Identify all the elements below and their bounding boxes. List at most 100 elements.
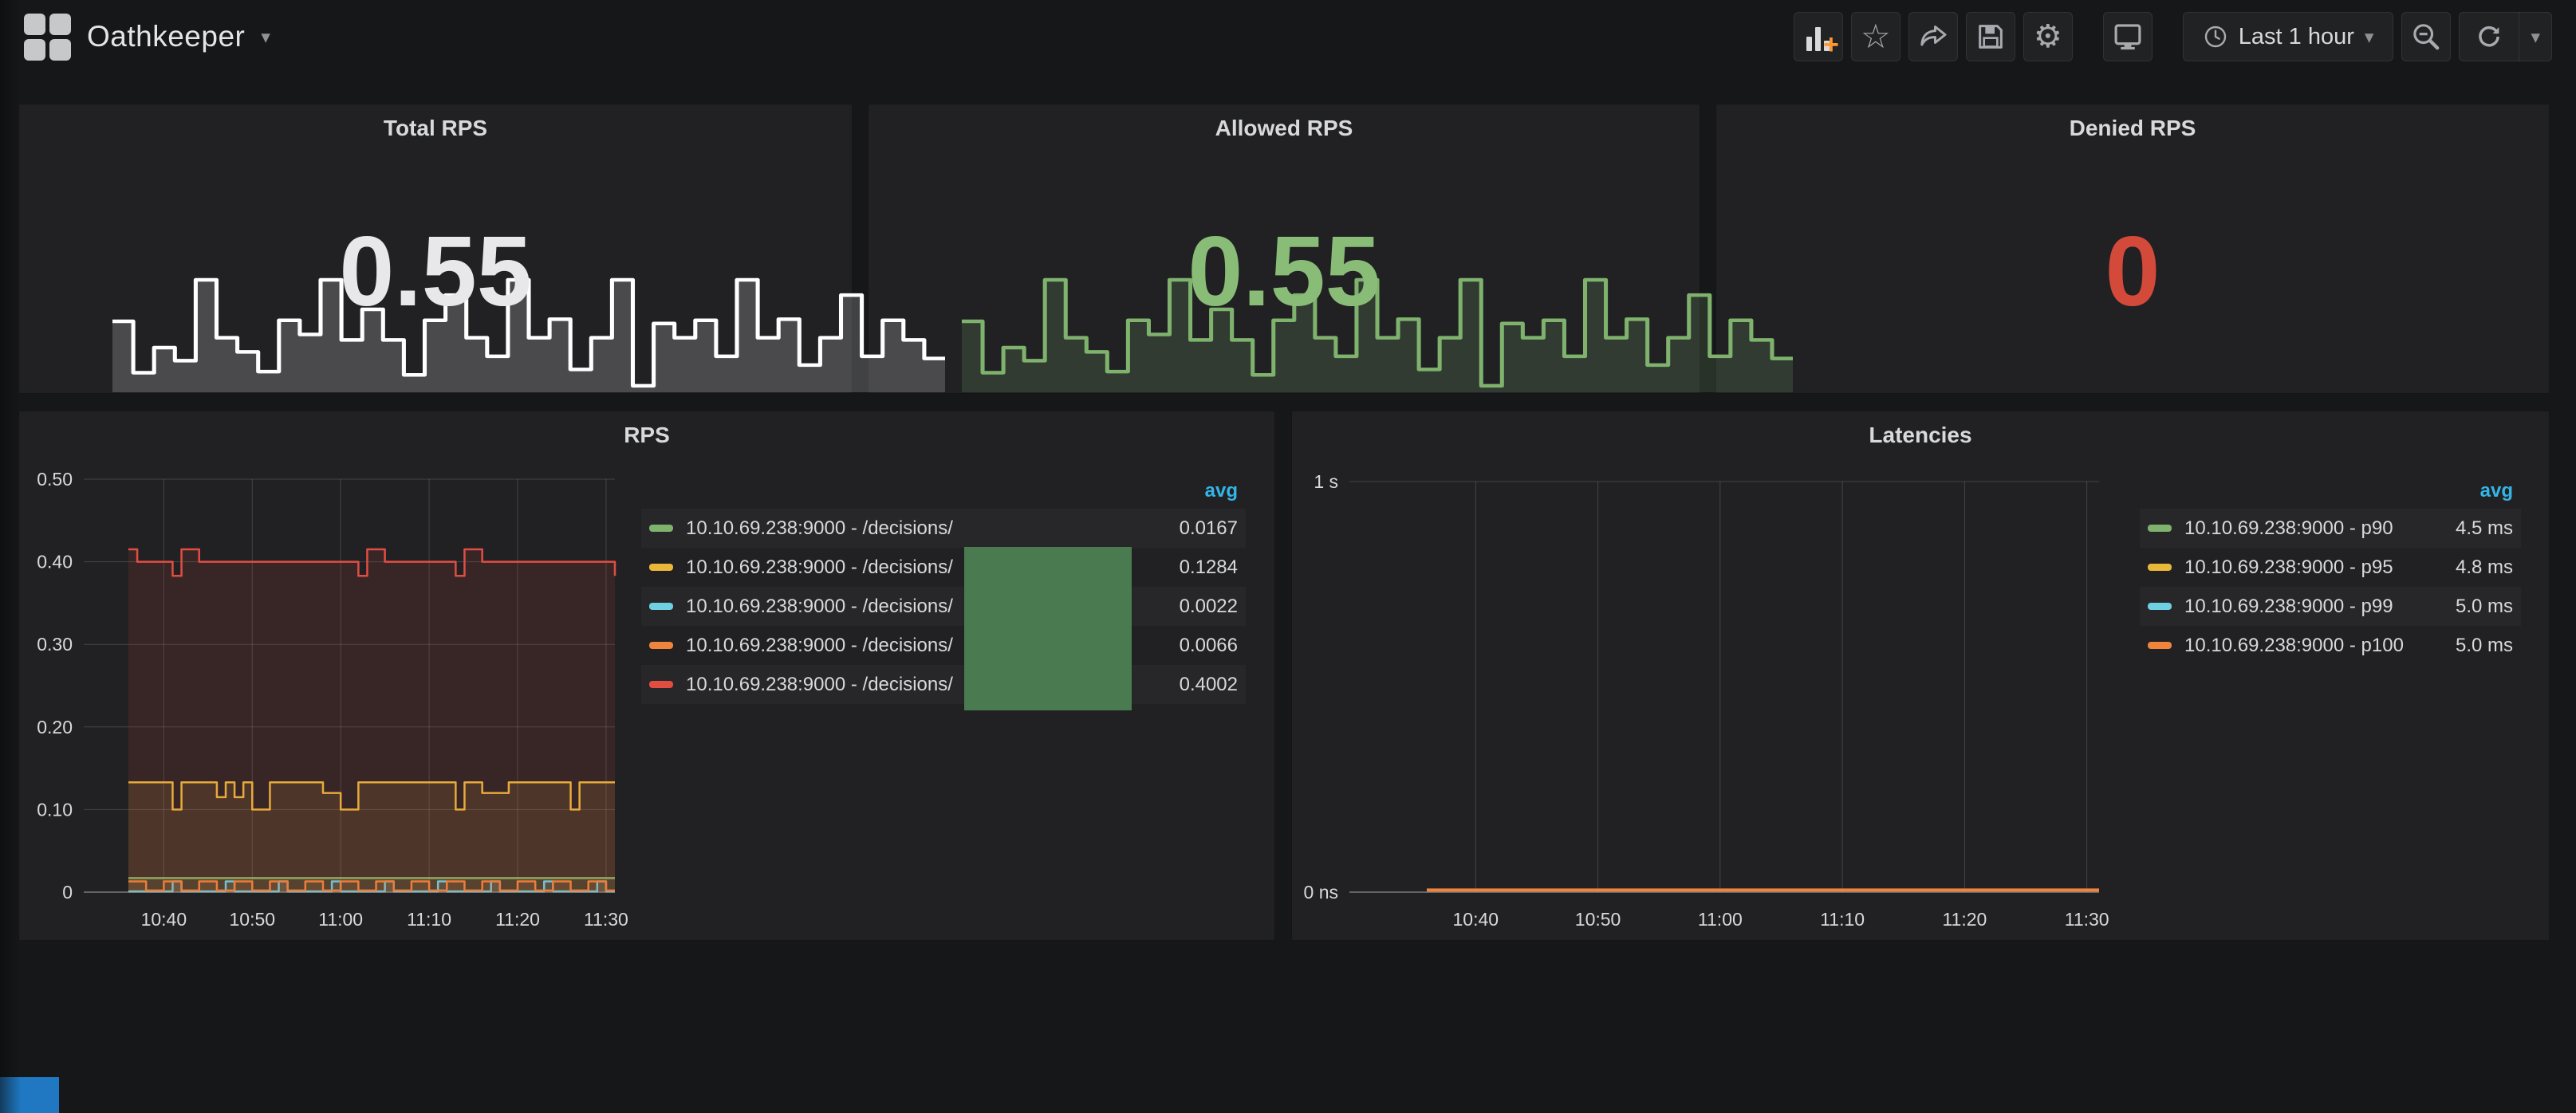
panel-title[interactable]: Denied RPS xyxy=(1716,116,2549,141)
series-avg-value: 4.5 ms xyxy=(2440,517,2513,540)
legend-row: 10.10.69.238:9000 - /decisions/0.0167 xyxy=(641,509,1246,548)
legend-row: 10.10.69.238:9000 - /decisions/0.0022 xyxy=(641,587,1246,626)
add-panel-button[interactable]: + xyxy=(1794,12,1843,61)
save-dashboard-button[interactable] xyxy=(1966,12,2015,61)
legend-avg-header[interactable]: avg xyxy=(2140,474,2521,509)
svg-text:0.50: 0.50 xyxy=(37,469,73,490)
legend-row: 10.10.69.238:9000 - p90 4.5 ms xyxy=(2140,509,2521,548)
svg-text:10:50: 10:50 xyxy=(1575,909,1621,930)
stat-value: 0.55 xyxy=(19,222,852,321)
svg-text:11:10: 11:10 xyxy=(1820,909,1865,930)
latencies-legend: avg 10.10.69.238:9000 - p904.5 ms10.10.6… xyxy=(2140,474,2521,665)
refresh-button-group: ▾ xyxy=(2459,12,2552,61)
svg-text:11:00: 11:00 xyxy=(1698,909,1743,930)
bar-chart-plus-icon: + xyxy=(1802,22,1834,51)
panel-allowed-rps: Allowed RPS 0.55 xyxy=(868,104,1700,394)
svg-text:0: 0 xyxy=(62,882,73,903)
panel-denied-rps: Denied RPS 0 xyxy=(1715,104,2550,394)
series-avg-value: 0.0022 xyxy=(1164,596,1238,618)
panel-title[interactable]: RPS xyxy=(19,423,1274,448)
panel-title[interactable]: Total RPS xyxy=(19,116,852,141)
legend-row: 10.10.69.238:9000 - /decisions/0.1284 xyxy=(641,548,1246,587)
series-name[interactable]: 10.10.69.238:9000 - p99 xyxy=(2184,596,2393,618)
svg-text:0.30: 0.30 xyxy=(37,634,73,655)
dashboard-title[interactable]: Oathkeeper xyxy=(87,20,245,53)
svg-text:11:30: 11:30 xyxy=(584,909,628,930)
series-name[interactable]: 10.10.69.238:9000 - /decisions/ xyxy=(686,517,953,540)
series-color-swatch-icon[interactable] xyxy=(2148,603,2172,610)
svg-text:10:40: 10:40 xyxy=(141,909,187,930)
gear-icon: ⚙ xyxy=(2034,21,2062,53)
legend-avg-header[interactable]: avg xyxy=(641,474,1246,509)
panel-total-rps: Total RPS 0.55 xyxy=(18,104,853,394)
series-avg-value: 5.0 ms xyxy=(2440,635,2513,657)
legend-row: 10.10.69.238:9000 - /decisions/0.0066 xyxy=(641,626,1246,665)
grafana-dashboard-page: Oathkeeper ▾ + ☆ xyxy=(0,0,2576,1113)
refresh-icon xyxy=(2474,22,2504,52)
series-name[interactable]: 10.10.69.238:9000 - p100 xyxy=(2184,635,2404,657)
series-name[interactable]: 10.10.69.238:9000 - /decisions/ xyxy=(686,596,953,618)
series-name[interactable]: 10.10.69.238:9000 - /decisions/ xyxy=(686,556,953,579)
svg-text:10:40: 10:40 xyxy=(1453,909,1499,930)
zoom-out-time-button[interactable] xyxy=(2401,12,2451,61)
series-name[interactable]: 10.10.69.238:9000 - p90 xyxy=(2184,517,2393,540)
svg-text:0.20: 0.20 xyxy=(37,717,73,737)
legend-row: 10.10.69.238:9000 - p995.0 ms xyxy=(2140,587,2521,626)
series-name[interactable]: 10.10.69.238:9000 - /decisions/ xyxy=(686,674,953,696)
series-color-swatch-icon[interactable] xyxy=(649,603,673,610)
floppy-disk-icon xyxy=(1975,21,2007,53)
series-avg-value: 0.0167 xyxy=(1164,517,1238,540)
green-overlay-artifact xyxy=(964,547,1132,710)
time-range-picker[interactable]: Last 1 hour ▾ xyxy=(2183,12,2394,61)
series-name[interactable]: 10.10.69.238:9000 - /decisions/ xyxy=(686,635,953,657)
stat-value: 0.55 xyxy=(869,222,1700,321)
panel-title[interactable]: Allowed RPS xyxy=(869,116,1700,141)
time-range-label: Last 1 hour xyxy=(2239,24,2354,50)
svg-text:11:30: 11:30 xyxy=(2065,909,2109,930)
series-name[interactable]: 10.10.69.238:9000 - p95 xyxy=(2184,556,2393,579)
svg-text:0 ns: 0 ns xyxy=(1304,882,1338,903)
dashboard-header: Oathkeeper ▾ + ☆ xyxy=(0,0,2576,73)
svg-text:11:10: 11:10 xyxy=(407,909,451,930)
star-dashboard-button[interactable]: ☆ xyxy=(1851,12,1900,61)
legend-row: 10.10.69.238:9000 - p95 4.8 ms xyxy=(2140,548,2521,587)
series-avg-value: 0.4002 xyxy=(1164,674,1238,696)
series-avg-value: 0.0066 xyxy=(1164,635,1238,657)
stat-value: 0 xyxy=(1716,222,2549,321)
svg-text:0.10: 0.10 xyxy=(37,799,73,820)
share-dashboard-button[interactable] xyxy=(1908,12,1958,61)
svg-text:11:20: 11:20 xyxy=(1942,909,1987,930)
panel-title[interactable]: Latencies xyxy=(1292,423,2549,448)
refresh-interval-dropdown[interactable]: ▾ xyxy=(2519,12,2551,61)
magnifier-minus-icon xyxy=(2410,21,2442,53)
apps-grid-icon[interactable] xyxy=(24,14,71,61)
series-color-swatch-icon[interactable] xyxy=(649,525,673,532)
series-color-swatch-icon[interactable] xyxy=(2148,525,2172,532)
svg-text:1 s: 1 s xyxy=(1314,471,1338,492)
series-avg-value: 4.8 ms xyxy=(2440,556,2513,579)
series-avg-value: 0.1284 xyxy=(1164,556,1238,579)
cycle-view-mode-button[interactable] xyxy=(2103,12,2153,61)
refresh-caret-icon: ▾ xyxy=(2531,28,2540,46)
rps-legend: avg 10.10.69.238:9000 - /decisions/0.016… xyxy=(641,474,1246,704)
share-arrow-icon xyxy=(1917,21,1949,53)
refresh-button[interactable] xyxy=(2460,12,2519,61)
monitor-icon xyxy=(2111,20,2145,53)
svg-text:11:00: 11:00 xyxy=(318,909,363,930)
star-icon: ☆ xyxy=(1861,20,1891,53)
series-color-swatch-icon[interactable] xyxy=(2148,564,2172,571)
panel-rps-graph: RPS 0.500.400.300.200.10010:4010:5011:00… xyxy=(18,411,1275,941)
svg-text:11:20: 11:20 xyxy=(495,909,540,930)
series-color-swatch-icon[interactable] xyxy=(649,681,673,688)
panel-latencies-graph: Latencies 1 s 0 ns 10:40 10:50 11:00 11:10 11:… xyxy=(1291,411,2550,941)
series-color-swatch-icon[interactable] xyxy=(649,564,673,571)
dashboard-toolbar: + ☆ ⚙ xyxy=(1786,12,2552,61)
series-color-swatch-icon[interactable] xyxy=(649,642,673,649)
legend-row: 10.10.69.238:9000 - p100 5.0 ms xyxy=(2140,626,2521,665)
legend-row: 10.10.69.238:9000 - /decisions/0.4002 xyxy=(641,665,1246,704)
svg-text:0.40: 0.40 xyxy=(37,552,73,572)
series-color-swatch-icon[interactable] xyxy=(2148,642,2172,649)
dashboard-settings-button[interactable]: ⚙ xyxy=(2023,12,2073,61)
dashboard-title-caret-icon[interactable]: ▾ xyxy=(261,28,270,46)
time-range-caret-icon: ▾ xyxy=(2365,28,2374,46)
